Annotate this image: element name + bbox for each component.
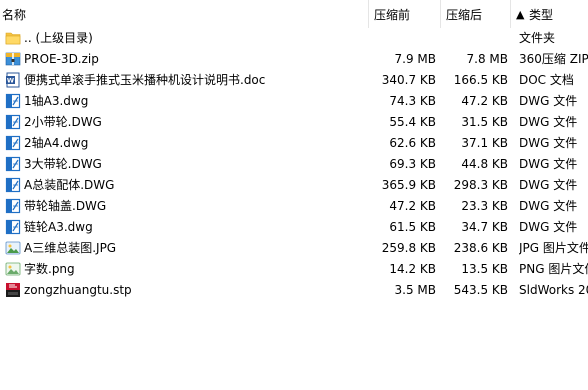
column-divider[interactable]: [440, 0, 441, 28]
sort-ascending-icon[interactable]: ▲: [516, 7, 524, 23]
folder-up-icon: [5, 30, 21, 46]
file-type: DWG 文件: [519, 178, 578, 192]
png-image-icon: [5, 261, 21, 277]
svg-text:W: W: [7, 77, 14, 85]
dwg-file-icon: [5, 219, 21, 235]
dwg-file-icon: [5, 156, 21, 172]
file-row[interactable]: PROE-3D.zip 7.9 MB 7.8 MB 360压缩 ZIP: [0, 49, 588, 70]
file-compressed-size: 7.9 MB: [394, 52, 436, 66]
file-row[interactable]: zongzhuangtu.stp 3.5 MB 543.5 KB SldWork…: [0, 280, 588, 301]
file-compressed-size: 14.2 KB: [389, 262, 436, 276]
column-divider[interactable]: [368, 0, 369, 28]
column-header-name[interactable]: 名称: [2, 7, 26, 23]
file-row[interactable]: 链轮A3.dwg 61.5 KB 34.7 KB DWG 文件: [0, 217, 588, 238]
file-original-size: 47.2 KB: [461, 94, 508, 108]
file-name: 2轴A4.dwg: [24, 136, 89, 150]
file-name: 便携式单滚手推式玉米播种机设计说明书.doc: [24, 73, 266, 87]
file-row[interactable]: A三维总装图.JPG 259.8 KB 238.6 KB JPG 图片文件: [0, 238, 588, 259]
file-row[interactable]: 1轴A3.dwg 74.3 KB 47.2 KB DWG 文件: [0, 91, 588, 112]
file-name: A总装配体.DWG: [24, 178, 115, 192]
file-original-size: 44.8 KB: [461, 157, 508, 171]
zip-archive-icon: [5, 51, 21, 67]
file-original-size: 7.8 MB: [466, 52, 508, 66]
file-row[interactable]: 带轮轴盖.DWG 47.2 KB 23.3 KB DWG 文件: [0, 196, 588, 217]
jpg-image-icon: [5, 240, 21, 256]
file-name: A三维总装图.JPG: [24, 241, 117, 255]
file-name: 字数.png: [24, 262, 75, 276]
solidworks-file-icon: [5, 282, 21, 298]
dwg-file-icon: [5, 93, 21, 109]
file-row[interactable]: 字数.png 14.2 KB 13.5 KB PNG 图片文件: [0, 259, 588, 280]
file-original-size: 34.7 KB: [461, 220, 508, 234]
word-document-icon: W: [5, 72, 21, 88]
file-name: 带轮轴盖.DWG: [24, 199, 107, 213]
file-name: 1轴A3.dwg: [24, 94, 89, 108]
file-name: 2小带轮.DWG: [24, 115, 102, 129]
column-header-type[interactable]: 类型: [529, 7, 553, 23]
file-original-size: 238.6 KB: [453, 241, 508, 255]
file-row[interactable]: 3大带轮.DWG 69.3 KB 44.8 KB DWG 文件: [0, 154, 588, 175]
file-compressed-size: [376, 30, 436, 47]
column-header-compressed[interactable]: 压缩前: [374, 7, 410, 23]
file-compressed-size: 340.7 KB: [381, 73, 436, 87]
file-type: DWG 文件: [519, 220, 578, 234]
file-row[interactable]: 2小带轮.DWG 55.4 KB 31.5 KB DWG 文件: [0, 112, 588, 133]
file-compressed-size: 55.4 KB: [389, 115, 436, 129]
file-original-size: 23.3 KB: [461, 199, 508, 213]
file-name: zongzhuangtu.stp: [24, 283, 132, 297]
column-header-bar: 名称 压缩前 压缩后 ▲ 类型: [0, 0, 588, 28]
file-type: DOC 文档: [519, 73, 574, 87]
file-compressed-size: 74.3 KB: [389, 94, 436, 108]
dwg-file-icon: [5, 114, 21, 130]
file-type: DWG 文件: [519, 136, 578, 150]
file-original-size: 543.5 KB: [453, 283, 508, 297]
file-original-size: 298.3 KB: [453, 178, 508, 192]
file-compressed-size: 61.5 KB: [389, 220, 436, 234]
file-original-size: [446, 30, 508, 47]
file-row[interactable]: A总装配体.DWG 365.9 KB 298.3 KB DWG 文件: [0, 175, 588, 196]
file-compressed-size: 3.5 MB: [394, 283, 436, 297]
file-compressed-size: 259.8 KB: [381, 241, 436, 255]
dwg-file-icon: [5, 177, 21, 193]
file-original-size: 13.5 KB: [461, 262, 508, 276]
file-type: 文件夹: [519, 31, 556, 45]
file-name: .. (上级目录): [24, 31, 93, 45]
file-name: 3大带轮.DWG: [24, 157, 102, 171]
file-name: PROE-3D.zip: [24, 52, 99, 66]
file-type: 360压缩 ZIP: [519, 52, 588, 66]
file-type: JPG 图片文件: [519, 241, 588, 255]
file-type: DWG 文件: [519, 199, 578, 213]
file-original-size: 166.5 KB: [453, 73, 508, 87]
file-type: DWG 文件: [519, 157, 578, 171]
file-compressed-size: 62.6 KB: [389, 136, 436, 150]
file-compressed-size: 69.3 KB: [389, 157, 436, 171]
file-name: 链轮A3.dwg: [24, 220, 93, 234]
file-row[interactable]: 2轴A4.dwg 62.6 KB 37.1 KB DWG 文件: [0, 133, 588, 154]
file-original-size: 31.5 KB: [461, 115, 508, 129]
column-header-original[interactable]: 压缩后: [446, 7, 482, 23]
file-row[interactable]: .. (上级目录) 文件夹: [0, 28, 588, 49]
file-type: DWG 文件: [519, 115, 578, 129]
column-divider[interactable]: [510, 0, 511, 28]
file-type: SldWorks 20: [519, 283, 588, 297]
file-compressed-size: 47.2 KB: [389, 199, 436, 213]
dwg-file-icon: [5, 198, 21, 214]
file-compressed-size: 365.9 KB: [381, 178, 436, 192]
file-original-size: 37.1 KB: [461, 136, 508, 150]
file-type: PNG 图片文件: [519, 262, 588, 276]
file-type: DWG 文件: [519, 94, 578, 108]
dwg-file-icon: [5, 135, 21, 151]
file-row[interactable]: W 便携式单滚手推式玉米播种机设计说明书.doc 340.7 KB 166.5 …: [0, 70, 588, 91]
